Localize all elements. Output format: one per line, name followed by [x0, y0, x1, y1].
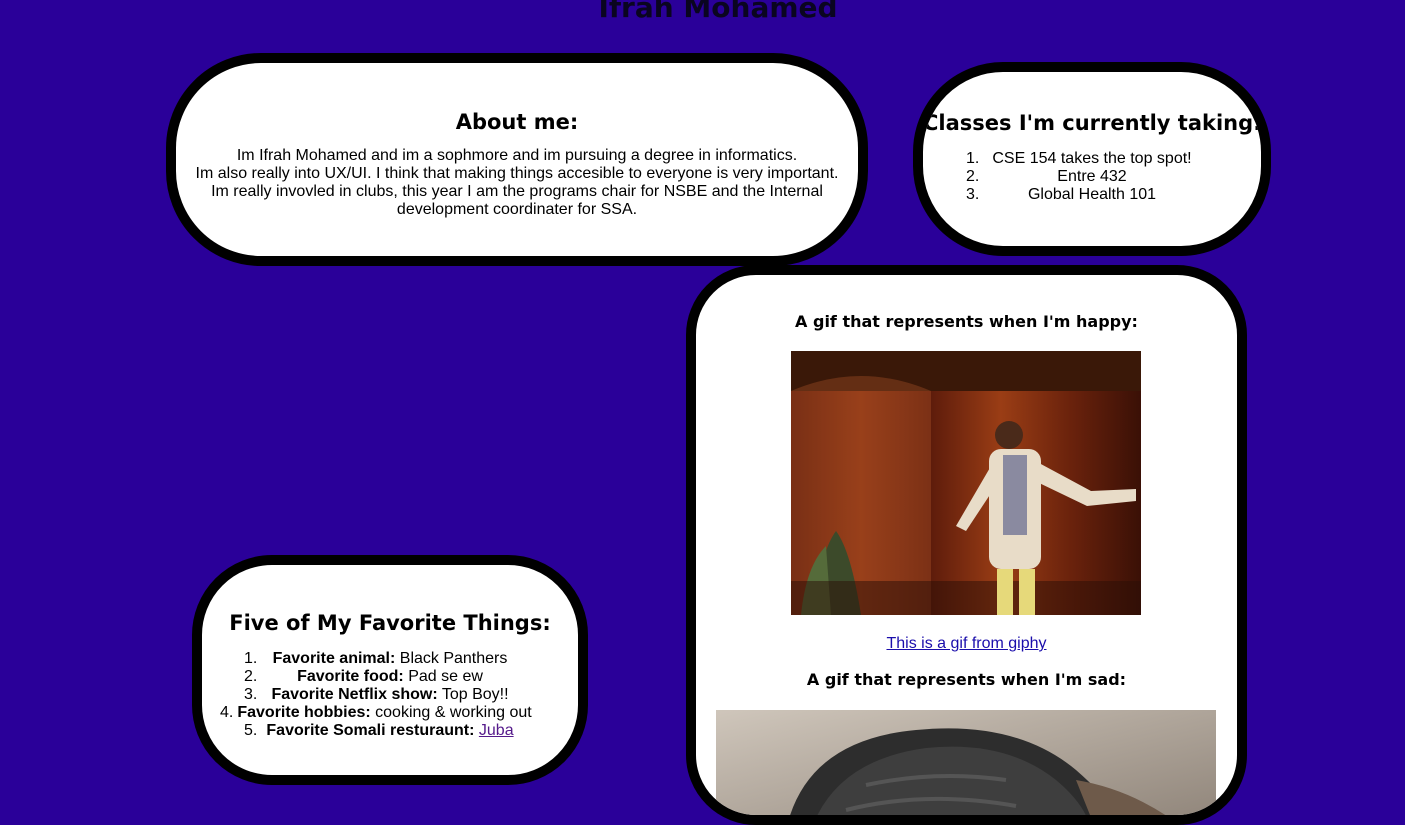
list-number: 3.	[244, 686, 258, 703]
favorite-item: 5. Favorite Somali resturaunt: Juba	[202, 722, 578, 740]
favorite-label: Favorite hobbies:	[237, 704, 371, 721]
giphy-link[interactable]: This is a gif from giphy	[886, 635, 1046, 652]
favorite-label: Favorite animal:	[272, 650, 396, 667]
favorite-label: Favorite food:	[297, 668, 404, 685]
favorites-heading: Five of My Favorite Things:	[229, 611, 551, 635]
favorite-item: 3. Favorite Netflix show: Top Boy!!	[202, 686, 578, 704]
class-item: 3. Global Health 101	[923, 186, 1261, 204]
about-line: Im really invovled in clubs, this year I…	[211, 183, 823, 200]
about-line: Im Ifrah Mohamed and im a sophmore and i…	[236, 147, 798, 164]
about-line: development coordinater for SSA.	[396, 201, 638, 218]
favorite-value: Top Boy!!	[441, 686, 509, 703]
list-number: 4.	[220, 704, 234, 721]
gif-card: A gif that represents when I'm happy: Th…	[686, 265, 1247, 825]
list-number: 1.	[244, 650, 258, 667]
classes-list: 1. CSE 154 takes the top spot! 2. Entre 43…	[923, 150, 1261, 204]
happy-gif-heading: A gif that represents when I'm happy:	[795, 312, 1138, 331]
about-line: Im also really into UX/UI. I think that …	[195, 165, 839, 182]
sad-gif-image	[716, 710, 1216, 815]
favorite-item: 4. Favorite hobbies: cooking & working ou…	[202, 704, 578, 722]
favorites-card: Five of My Favorite Things: 1. Favorite a…	[192, 555, 588, 785]
favorites-list: 1. Favorite animal: Black Panthers 2. Favo…	[202, 650, 578, 740]
favorite-label: Favorite Netflix show:	[271, 686, 438, 703]
about-heading: About me:	[455, 110, 579, 134]
class-name: CSE 154 takes the top spot!	[992, 150, 1192, 167]
restaurant-link[interactable]: Juba	[479, 722, 514, 739]
about-text: Im Ifrah Mohamed and im a sophmore and i…	[176, 147, 858, 219]
list-number: 3.	[966, 186, 980, 203]
list-number: 5.	[244, 722, 258, 739]
list-number: 2.	[966, 168, 980, 185]
classes-card: Classes I'm currently taking: 1. CSE 154 …	[913, 62, 1271, 256]
page-title: Ifrah Mohamed	[598, 0, 838, 24]
class-item: 2. Entre 432	[923, 168, 1261, 186]
list-number: 1.	[966, 150, 980, 167]
favorite-value: Black Panthers	[399, 650, 508, 667]
class-item: 1. CSE 154 takes the top spot!	[923, 150, 1261, 168]
favorite-item: 1. Favorite animal: Black Panthers	[202, 650, 578, 668]
happy-gif-image	[791, 351, 1141, 615]
gif-credit: This is a gif from giphy	[696, 635, 1237, 653]
favorite-item: 2. Favorite food: Pad se ew	[202, 668, 578, 686]
class-name: Entre 432	[1057, 168, 1127, 185]
favorite-value: Pad se ew	[408, 668, 483, 685]
classes-heading: Classes I'm currently taking:	[923, 111, 1262, 135]
favorite-value: cooking & working out	[375, 704, 532, 721]
sad-gif-heading: A gif that represents when I'm sad:	[806, 670, 1127, 689]
class-name: Global Health 101	[1027, 186, 1157, 203]
favorite-label: Favorite Somali resturaunt:	[266, 722, 475, 739]
about-card: About me: Im Ifrah Mohamed and im a soph…	[166, 53, 868, 266]
list-number: 2.	[244, 668, 258, 685]
